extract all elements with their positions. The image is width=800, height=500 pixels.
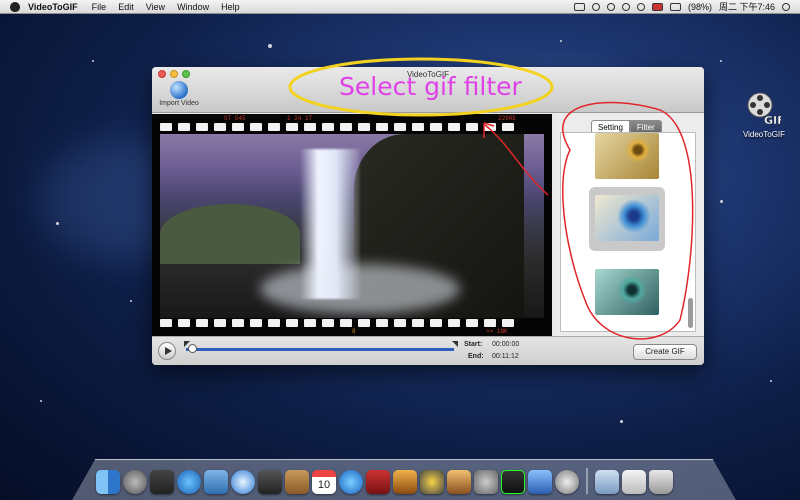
- calendar-icon[interactable]: 10: [312, 470, 336, 494]
- end-time: 00:11:12: [492, 353, 519, 360]
- trash-icon[interactable]: [649, 470, 673, 494]
- battery-icon[interactable]: [669, 2, 681, 11]
- side-panel: Setting Filter: [556, 114, 704, 336]
- film-edge-text: 8: [352, 328, 356, 335]
- menu-help[interactable]: Help: [221, 2, 240, 12]
- start-label: Start:: [464, 341, 483, 348]
- import-video-label: Import Video: [159, 100, 199, 107]
- filter-scrollbar[interactable]: [688, 298, 693, 328]
- film-edge-text: ST 545: [224, 115, 246, 122]
- start-time: 00:00:00: [492, 341, 520, 348]
- desktop-videotogif-icon[interactable]: GIF VideoToGIF: [736, 92, 792, 139]
- video-preview[interactable]: ST 545 1 24 1T 2290E 8 >> 1NK: [152, 114, 552, 336]
- menu-window[interactable]: Window: [177, 2, 209, 12]
- facetime-icon[interactable]: [258, 470, 282, 494]
- create-gif-button[interactable]: Create GIF: [633, 344, 697, 360]
- itunes-icon[interactable]: [339, 470, 363, 494]
- menu-extras: (98%) 周二 下午7:46: [573, 0, 800, 13]
- film-edge-text: >> 1NK: [486, 328, 508, 335]
- menu-edit[interactable]: Edit: [118, 2, 134, 12]
- end-marker[interactable]: [452, 341, 458, 347]
- import-icon: [170, 81, 188, 99]
- dock-icons: 10: [96, 460, 673, 494]
- time-machine-icon[interactable]: [591, 2, 600, 11]
- spotlight-icon[interactable]: [782, 2, 790, 11]
- film-sprockets-top: [160, 123, 548, 131]
- desktop-icon-label: VideoToGIF: [742, 130, 786, 139]
- flag-icon[interactable]: [651, 2, 663, 11]
- menu-view[interactable]: View: [146, 2, 165, 12]
- film-sprockets-bottom: [160, 319, 548, 327]
- play-button[interactable]: [158, 342, 176, 360]
- annotation-text: Select gif filter: [339, 72, 522, 101]
- film-edge-text: 2290E: [498, 115, 517, 122]
- garageband-icon[interactable]: [447, 470, 471, 494]
- end-label: End:: [468, 353, 484, 360]
- mail-icon[interactable]: [204, 470, 228, 494]
- playback-controls: Start: 00:00:00 End: 00:11:12 Create GIF: [152, 336, 704, 365]
- mission-control-icon[interactable]: [150, 470, 174, 494]
- contacts-icon[interactable]: [285, 470, 309, 494]
- xcode-icon[interactable]: [528, 470, 552, 494]
- filter-thumb-cyan[interactable]: [595, 269, 659, 315]
- clock[interactable]: 周二 下午7:46: [719, 0, 775, 13]
- display-icon[interactable]: [573, 2, 585, 11]
- gif-overlay-text: GIF: [764, 114, 781, 126]
- videotogif-window: VideoToGIF Import Video ST 545 1 24 1T 2…: [152, 67, 704, 365]
- activity-monitor-icon[interactable]: [501, 470, 525, 494]
- safari-icon[interactable]: [231, 470, 255, 494]
- app-store-icon[interactable]: [177, 470, 201, 494]
- battery-percent: (98%): [687, 1, 712, 12]
- filter-list[interactable]: [560, 132, 696, 332]
- dock-separator: [586, 468, 588, 494]
- downloads-icon[interactable]: [622, 470, 646, 494]
- apple-icon[interactable]: [10, 1, 20, 12]
- imovie-icon[interactable]: [420, 470, 444, 494]
- documents-icon[interactable]: [595, 470, 619, 494]
- volume-icon[interactable]: [636, 2, 645, 11]
- bluetooth-icon[interactable]: [606, 2, 615, 11]
- film-edge-text: 1 24 1T: [287, 115, 313, 122]
- photobooth-icon[interactable]: [366, 470, 390, 494]
- filter-thumb-sepia[interactable]: [595, 133, 659, 179]
- iphoto-icon[interactable]: [393, 470, 417, 494]
- playhead-knob[interactable]: [188, 344, 197, 353]
- timeline-slider[interactable]: [186, 348, 454, 351]
- menu-bar: VideoToGIF File Edit View Window Help (9…: [0, 0, 800, 14]
- videotogif-icon[interactable]: [555, 470, 579, 494]
- finder-icon[interactable]: [96, 470, 120, 494]
- film-reel-icon: GIF: [747, 92, 785, 127]
- video-frame: [160, 134, 544, 318]
- system-preferences-icon[interactable]: [474, 470, 498, 494]
- menu-file[interactable]: File: [92, 2, 107, 12]
- filter-thumb-blue[interactable]: [595, 195, 659, 241]
- menu-app-name[interactable]: VideoToGIF: [28, 2, 78, 12]
- wifi-icon[interactable]: [621, 2, 630, 11]
- import-video-button[interactable]: Import Video: [156, 81, 202, 107]
- launchpad-icon[interactable]: [123, 470, 147, 494]
